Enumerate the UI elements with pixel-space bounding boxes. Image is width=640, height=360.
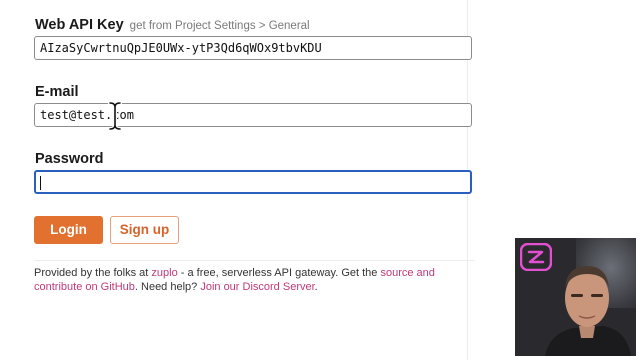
text-cursor-icon [108, 101, 122, 131]
discord-link[interactable]: Join our Discord Server [200, 281, 314, 293]
text-caret [40, 176, 41, 190]
login-button[interactable]: Login [34, 216, 103, 244]
api-key-label-row: Web API Key get from Project Settings > … [35, 17, 310, 33]
footer-text-1: Provided by the folks at [34, 267, 152, 279]
footer-text-3: . Need help? [134, 281, 201, 293]
api-key-value: AIzaSyCwrtnuQpJE0UWx-ytP3Qd6qWOx9tbvKDU [40, 41, 322, 55]
email-label: E-mail [35, 84, 79, 100]
zuplo-logo-icon [520, 243, 552, 271]
api-key-input[interactable]: AIzaSyCwrtnuQpJE0UWx-ytP3Qd6qWOx9tbvKDU [34, 36, 472, 60]
webcam-overlay [515, 238, 636, 356]
password-label: Password [35, 151, 104, 167]
api-key-label: Web API Key [35, 17, 124, 33]
footer-text-4: . [314, 281, 318, 293]
signup-button[interactable]: Sign up [110, 216, 179, 244]
api-key-hint: get from Project Settings > General [129, 20, 310, 32]
footer-divider [34, 260, 474, 261]
password-input[interactable] [34, 170, 472, 194]
footer-text: Provided by the folks at zuplo - a free,… [34, 266, 454, 294]
zuplo-link[interactable]: zuplo [151, 267, 177, 279]
footer-text-2: - a free, serverless API gateway. Get th… [177, 267, 381, 279]
email-input[interactable]: test@test.com [34, 103, 472, 127]
